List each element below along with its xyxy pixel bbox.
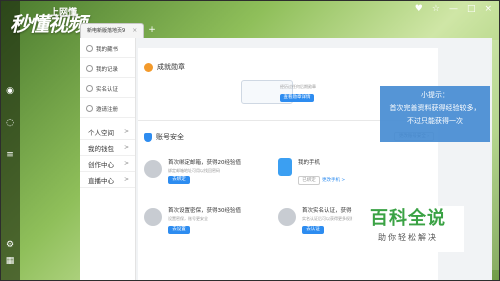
tip-box: 小提示： 首次完善资料获得经验较多， 不过只能获得一次 — [380, 86, 490, 142]
chevron-right-icon: > — [123, 160, 129, 167]
new-tab-button[interactable]: + — [148, 25, 156, 35]
tip-line-1: 首次完善资料获得经验较多， — [389, 104, 481, 112]
minimize-icon[interactable]: — — [449, 4, 458, 14]
close-icon[interactable]: × — [484, 4, 492, 14]
watermark-logo: 秒懂视频 上网懂 — [10, 8, 87, 37]
sidebar-item-records[interactable]: 我的记录 — [80, 60, 135, 78]
sidebar-group-label: 个人空间 — [88, 128, 114, 137]
medal-icon — [144, 62, 153, 72]
email-card-title: 首次绑定邮箱，获得20经验值 — [168, 160, 241, 166]
email-icon — [144, 160, 162, 178]
sidebar-item-books[interactable]: 我的藏书 — [80, 40, 135, 58]
brand-name: 百科全说 — [370, 208, 446, 229]
record-icon — [86, 65, 93, 72]
bind-email-button[interactable]: 去绑定 — [168, 176, 190, 184]
window-controls: ♥ ☆ — □ × — [415, 4, 492, 14]
sidebar-group-space[interactable]: 个人空间 > — [80, 124, 135, 140]
security-question-card-desc: 设置密保，账号更安全 — [168, 216, 208, 221]
sidebar-group-label: 创作中心 — [88, 160, 114, 169]
favorite-icon[interactable]: ♥ — [415, 4, 423, 14]
sidebar-group-label: 直播中心 — [88, 176, 114, 185]
phone-icon — [278, 158, 292, 176]
brand-logo: 百科全说 助你轻松解决 — [352, 206, 464, 252]
sidebar-group-label: 我的钱包 — [88, 144, 114, 153]
chat-icon[interactable]: ◌ — [4, 118, 16, 128]
sidebar-item-label: 我的记录 — [96, 66, 119, 73]
security-question-card-title: 首次设置密保，获得30经验值 — [168, 208, 241, 214]
left-rail: ◉ ◌ ≡ ⚙ ▦ — [0, 0, 20, 281]
user-icon[interactable]: ◉ — [4, 86, 16, 96]
sidebar-group-creator[interactable]: 创作中心 > — [80, 156, 135, 172]
grid-icon[interactable]: ▦ — [4, 256, 16, 266]
chevron-right-icon: > — [123, 128, 129, 135]
email-card-desc: 绑定邮箱地址可用以找回密码 — [168, 168, 220, 173]
sidebar: 我的藏书 我的记录 实名认证 邀请注册 个人空间 > 我的钱包 > 创作中心 > 直播… — [80, 38, 136, 281]
view-medals-button[interactable]: 查看勋章详情 — [280, 94, 314, 102]
security-header: 账号安全 — [144, 132, 184, 142]
real-name-card-title: 首次实名认证，获得 — [302, 208, 352, 214]
achievements-title: 成就勋章 — [157, 63, 185, 71]
tab-close-icon[interactable]: × — [132, 27, 137, 34]
sidebar-item-verify[interactable]: 实名认证 — [80, 80, 135, 98]
browser-tab[interactable]: 新电新版落地页9 × — [80, 22, 145, 38]
sidebar-group-wallet[interactable]: 我的钱包 > — [80, 140, 135, 156]
lock-icon — [144, 208, 162, 226]
tip-title: 小提示： — [421, 91, 449, 99]
chevron-right-icon: > — [123, 176, 129, 183]
tab-strip: 新电新版落地页9 × + — [80, 22, 156, 38]
sidebar-item-label: 实名认证 — [96, 86, 119, 93]
id-icon — [86, 85, 93, 92]
sidebar-group-live[interactable]: 直播中心 > — [80, 172, 135, 188]
invite-icon — [86, 105, 93, 112]
verify-identity-button[interactable]: 去认证 — [302, 226, 324, 234]
tip-line-2: 不过只能获得一次 — [407, 117, 463, 125]
list-icon[interactable]: ≡ — [4, 150, 16, 160]
brand-slogan: 助你轻松解决 — [378, 233, 438, 242]
achievements-header: 成就勋章 — [144, 62, 185, 72]
security-title: 账号安全 — [156, 133, 184, 141]
maximize-icon[interactable]: □ — [467, 4, 476, 14]
sidebar-item-label: 邀请注册 — [96, 106, 119, 113]
real-name-card-desc: 实名认证后可以获得更多权限 — [302, 216, 354, 221]
sidebar-item-label: 我的藏书 — [96, 46, 119, 53]
star-icon[interactable]: ☆ — [432, 4, 440, 14]
tab-title: 新电新版落地页9 — [87, 28, 126, 34]
settings-icon[interactable]: ⚙ — [4, 240, 16, 250]
set-security-question-button[interactable]: 去设置 — [168, 226, 190, 234]
book-icon — [86, 45, 93, 52]
id-card-icon — [278, 208, 296, 226]
change-phone-link[interactable]: 更改手机 > — [322, 177, 345, 183]
chevron-right-icon: > — [123, 144, 129, 151]
watermark-superscript: 上网懂 — [50, 8, 78, 18]
achievements-note: 经历过任何后期勋章 — [280, 84, 316, 89]
shield-icon — [144, 132, 152, 142]
sidebar-item-invite[interactable]: 邀请注册 — [80, 100, 135, 118]
phone-status-badge: 已绑定 — [298, 176, 320, 185]
phone-card-title: 我的手机 — [298, 160, 321, 166]
